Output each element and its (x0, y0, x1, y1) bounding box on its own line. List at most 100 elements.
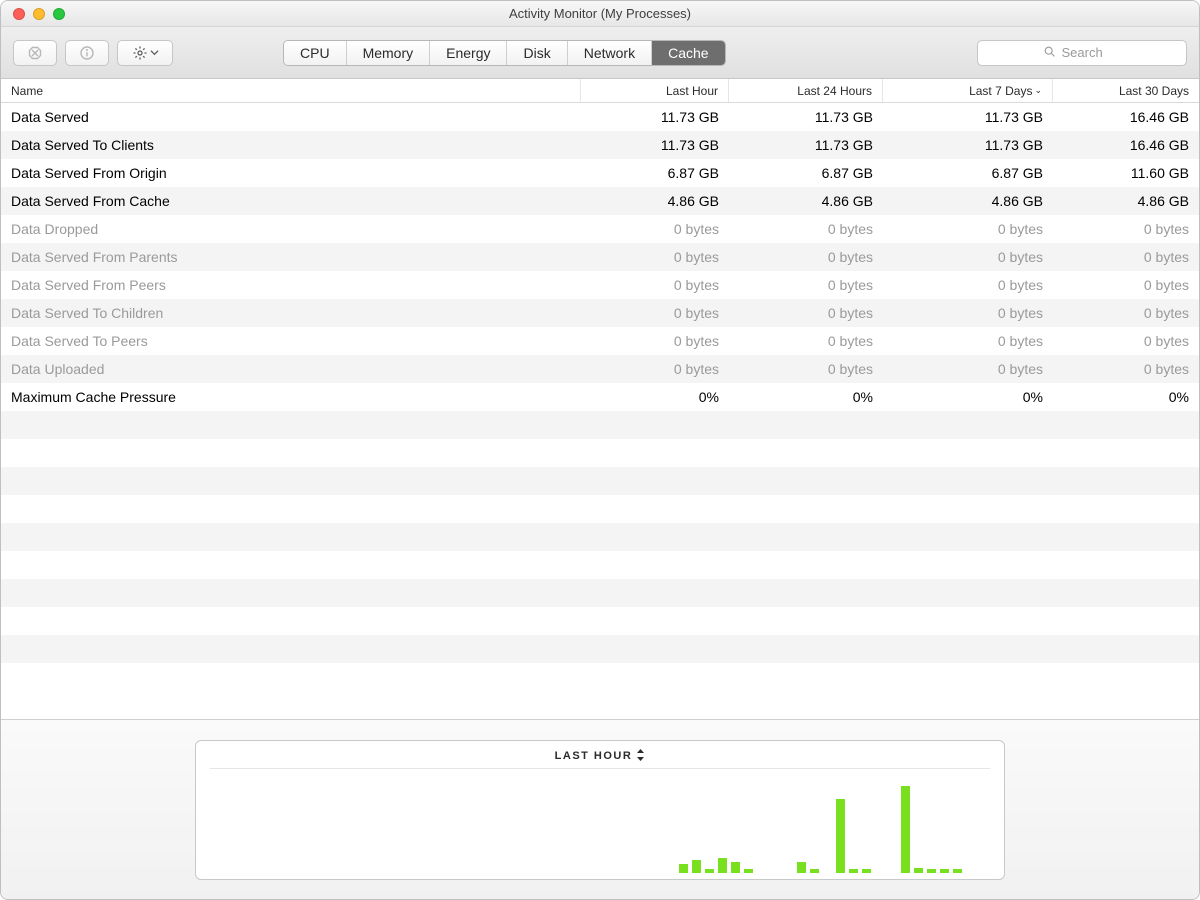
value-last-30-days: 0% (1053, 383, 1199, 411)
table-row[interactable]: Maximum Cache Pressure0%0%0%0% (1, 383, 1199, 411)
empty-row (1, 439, 1199, 467)
column-last-30-days[interactable]: Last 30 Days (1053, 79, 1199, 102)
bottom-panel: LAST HOUR (1, 719, 1199, 899)
value-last-7-days: 6.87 GB (883, 159, 1053, 187)
value-last-30-days: 0 bytes (1053, 299, 1199, 327)
tab-cpu[interactable]: CPU (284, 41, 347, 65)
chart-bar (953, 869, 962, 872)
empty-row (1, 411, 1199, 439)
value-last-30-days: 0 bytes (1053, 327, 1199, 355)
empty-row (1, 663, 1199, 691)
chart-bar (797, 862, 806, 872)
value-last-24-hours: 0 bytes (729, 271, 883, 299)
empty-row (1, 467, 1199, 495)
value-last-24-hours: 0 bytes (729, 327, 883, 355)
chart-range-selector[interactable]: LAST HOUR (210, 749, 990, 764)
value-last-24-hours: 11.73 GB (729, 103, 883, 131)
window: Activity Monitor (My Processes) (0, 0, 1200, 900)
value-last-24-hours: 0 bytes (729, 299, 883, 327)
value-last-24-hours: 4.86 GB (729, 187, 883, 215)
table-row[interactable]: Data Served11.73 GB11.73 GB11.73 GB16.46… (1, 103, 1199, 131)
value-last-hour: 0 bytes (581, 327, 729, 355)
stop-process-button[interactable] (13, 40, 57, 66)
chart-box: LAST HOUR (195, 740, 1005, 880)
metric-name: Data Served From Parents (1, 243, 581, 271)
column-last-7-days[interactable]: Last 7 Days⌄ (883, 79, 1053, 102)
table-row[interactable]: Data Served From Cache4.86 GB4.86 GB4.86… (1, 187, 1199, 215)
tab-cache[interactable]: Cache (652, 41, 724, 65)
table-row[interactable]: Data Served To Peers0 bytes0 bytes0 byte… (1, 327, 1199, 355)
search-input[interactable] (1062, 45, 1122, 60)
value-last-hour: 4.86 GB (581, 187, 729, 215)
search-icon (1043, 45, 1056, 61)
value-last-hour: 0 bytes (581, 299, 729, 327)
close-window-button[interactable] (13, 8, 25, 20)
value-last-7-days: 0 bytes (883, 271, 1053, 299)
category-tabs: CPUMemoryEnergyDiskNetworkCache (283, 40, 726, 66)
value-last-hour: 0 bytes (581, 215, 729, 243)
chart-bar (731, 862, 740, 872)
table-row[interactable]: Data Dropped0 bytes0 bytes0 bytes0 bytes (1, 215, 1199, 243)
chart-bar (914, 868, 923, 872)
empty-row (1, 635, 1199, 663)
empty-row (1, 579, 1199, 607)
value-last-30-days: 16.46 GB (1053, 103, 1199, 131)
value-last-30-days: 11.60 GB (1053, 159, 1199, 187)
table-row[interactable]: Data Served From Parents0 bytes0 bytes0 … (1, 243, 1199, 271)
table-row[interactable]: Data Served To Children0 bytes0 bytes0 b… (1, 299, 1199, 327)
chart-area (210, 771, 990, 873)
up-down-arrows-icon (636, 749, 645, 764)
value-last-hour: 0% (581, 383, 729, 411)
table-row[interactable]: Data Served To Clients11.73 GB11.73 GB11… (1, 131, 1199, 159)
tab-network[interactable]: Network (568, 41, 652, 65)
cache-table: Name Last Hour Last 24 Hours Last 7 Days… (1, 79, 1199, 719)
metric-name: Maximum Cache Pressure (1, 383, 581, 411)
gear-menu-button[interactable] (117, 40, 173, 66)
toolbar-left-group (13, 40, 173, 66)
value-last-7-days: 11.73 GB (883, 103, 1053, 131)
chart-bar (849, 869, 858, 872)
tab-disk[interactable]: Disk (507, 41, 567, 65)
zoom-window-button[interactable] (53, 8, 65, 20)
metric-name: Data Uploaded (1, 355, 581, 383)
empty-row (1, 523, 1199, 551)
value-last-7-days: 0 bytes (883, 215, 1053, 243)
value-last-hour: 0 bytes (581, 271, 729, 299)
column-last-24-hours[interactable]: Last 24 Hours (729, 79, 883, 102)
metric-name: Data Served To Children (1, 299, 581, 327)
value-last-30-days: 4.86 GB (1053, 187, 1199, 215)
value-last-hour: 6.87 GB (581, 159, 729, 187)
value-last-24-hours: 0 bytes (729, 215, 883, 243)
chart-bar (705, 869, 714, 872)
traffic-lights (1, 8, 65, 20)
chart-bar (810, 869, 819, 872)
tab-memory[interactable]: Memory (347, 41, 431, 65)
table-row[interactable]: Data Uploaded0 bytes0 bytes0 bytes0 byte… (1, 355, 1199, 383)
chart-bar (744, 869, 753, 872)
table-body: Data Served11.73 GB11.73 GB11.73 GB16.46… (1, 103, 1199, 719)
metric-name: Data Dropped (1, 215, 581, 243)
table-row[interactable]: Data Served From Peers0 bytes0 bytes0 by… (1, 271, 1199, 299)
metric-name: Data Served From Peers (1, 271, 581, 299)
value-last-24-hours: 0% (729, 383, 883, 411)
table-row[interactable]: Data Served From Origin6.87 GB6.87 GB6.8… (1, 159, 1199, 187)
metric-name: Data Served (1, 103, 581, 131)
metric-name: Data Served To Clients (1, 131, 581, 159)
metric-name: Data Served To Peers (1, 327, 581, 355)
tab-energy[interactable]: Energy (430, 41, 507, 65)
value-last-7-days: 4.86 GB (883, 187, 1053, 215)
search-field[interactable] (977, 40, 1187, 66)
value-last-30-days: 16.46 GB (1053, 131, 1199, 159)
value-last-hour: 11.73 GB (581, 131, 729, 159)
value-last-7-days: 0% (883, 383, 1053, 411)
chart-bar (940, 869, 949, 872)
minimize-window-button[interactable] (33, 8, 45, 20)
chart-bar (679, 864, 688, 872)
column-name[interactable]: Name (1, 79, 581, 102)
sort-indicator-icon: ⌄ (1034, 85, 1042, 96)
column-last-hour[interactable]: Last Hour (581, 79, 729, 102)
value-last-7-days: 0 bytes (883, 299, 1053, 327)
value-last-30-days: 0 bytes (1053, 243, 1199, 271)
gear-icon (132, 45, 148, 61)
info-button[interactable] (65, 40, 109, 66)
